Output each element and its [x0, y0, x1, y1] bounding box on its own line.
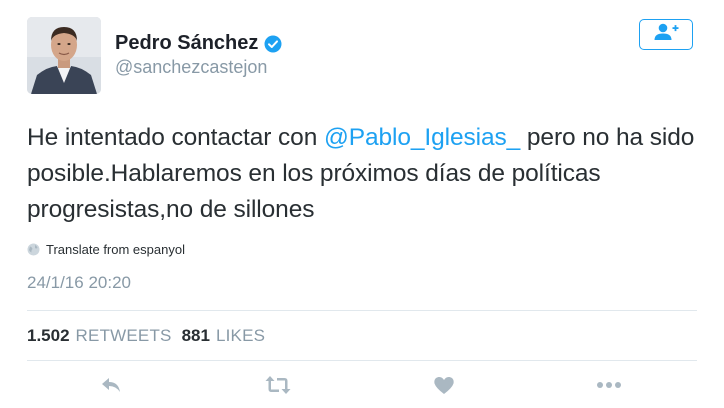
reply-icon	[99, 373, 123, 402]
tweet-text-part: He intentado contactar con	[27, 124, 324, 151]
retweet-label[interactable]: RETWEETS	[76, 326, 172, 346]
divider	[27, 310, 697, 311]
avatar[interactable]	[27, 17, 101, 94]
translate-link[interactable]: Translate from espanyol	[27, 242, 185, 257]
retweet-button[interactable]	[264, 373, 292, 402]
follow-user-icon	[652, 22, 680, 47]
tweet-text: He intentado contactar con @Pablo_Iglesi…	[27, 120, 707, 228]
heart-icon	[432, 373, 456, 402]
like-button[interactable]	[432, 373, 456, 402]
retweet-count[interactable]: 1.502	[27, 326, 70, 346]
verified-badge-icon	[264, 35, 282, 53]
mention-link[interactable]: @Pablo_Iglesias_	[324, 124, 520, 151]
tweet-card: Pedro Sánchez @sanchezcastejon He intent…	[0, 0, 724, 408]
like-count[interactable]: 881	[182, 326, 210, 346]
globe-icon	[27, 243, 40, 256]
more-button[interactable]	[595, 373, 623, 402]
author-name[interactable]: Pedro Sánchez	[115, 32, 258, 55]
translate-label: Translate from espanyol	[46, 242, 185, 257]
action-bar	[0, 373, 724, 403]
tweet-stats: 1.502 RETWEETS 881 LIKES	[27, 326, 275, 346]
author-handle[interactable]: @sanchezcastejon	[115, 57, 267, 78]
reply-button[interactable]	[99, 373, 123, 402]
like-label[interactable]: LIKES	[216, 326, 265, 346]
retweet-icon	[264, 373, 292, 402]
follow-button[interactable]	[639, 19, 693, 50]
timestamp[interactable]: 24/1/16 20:20	[27, 273, 131, 293]
more-icon	[595, 373, 623, 402]
divider	[27, 360, 697, 361]
